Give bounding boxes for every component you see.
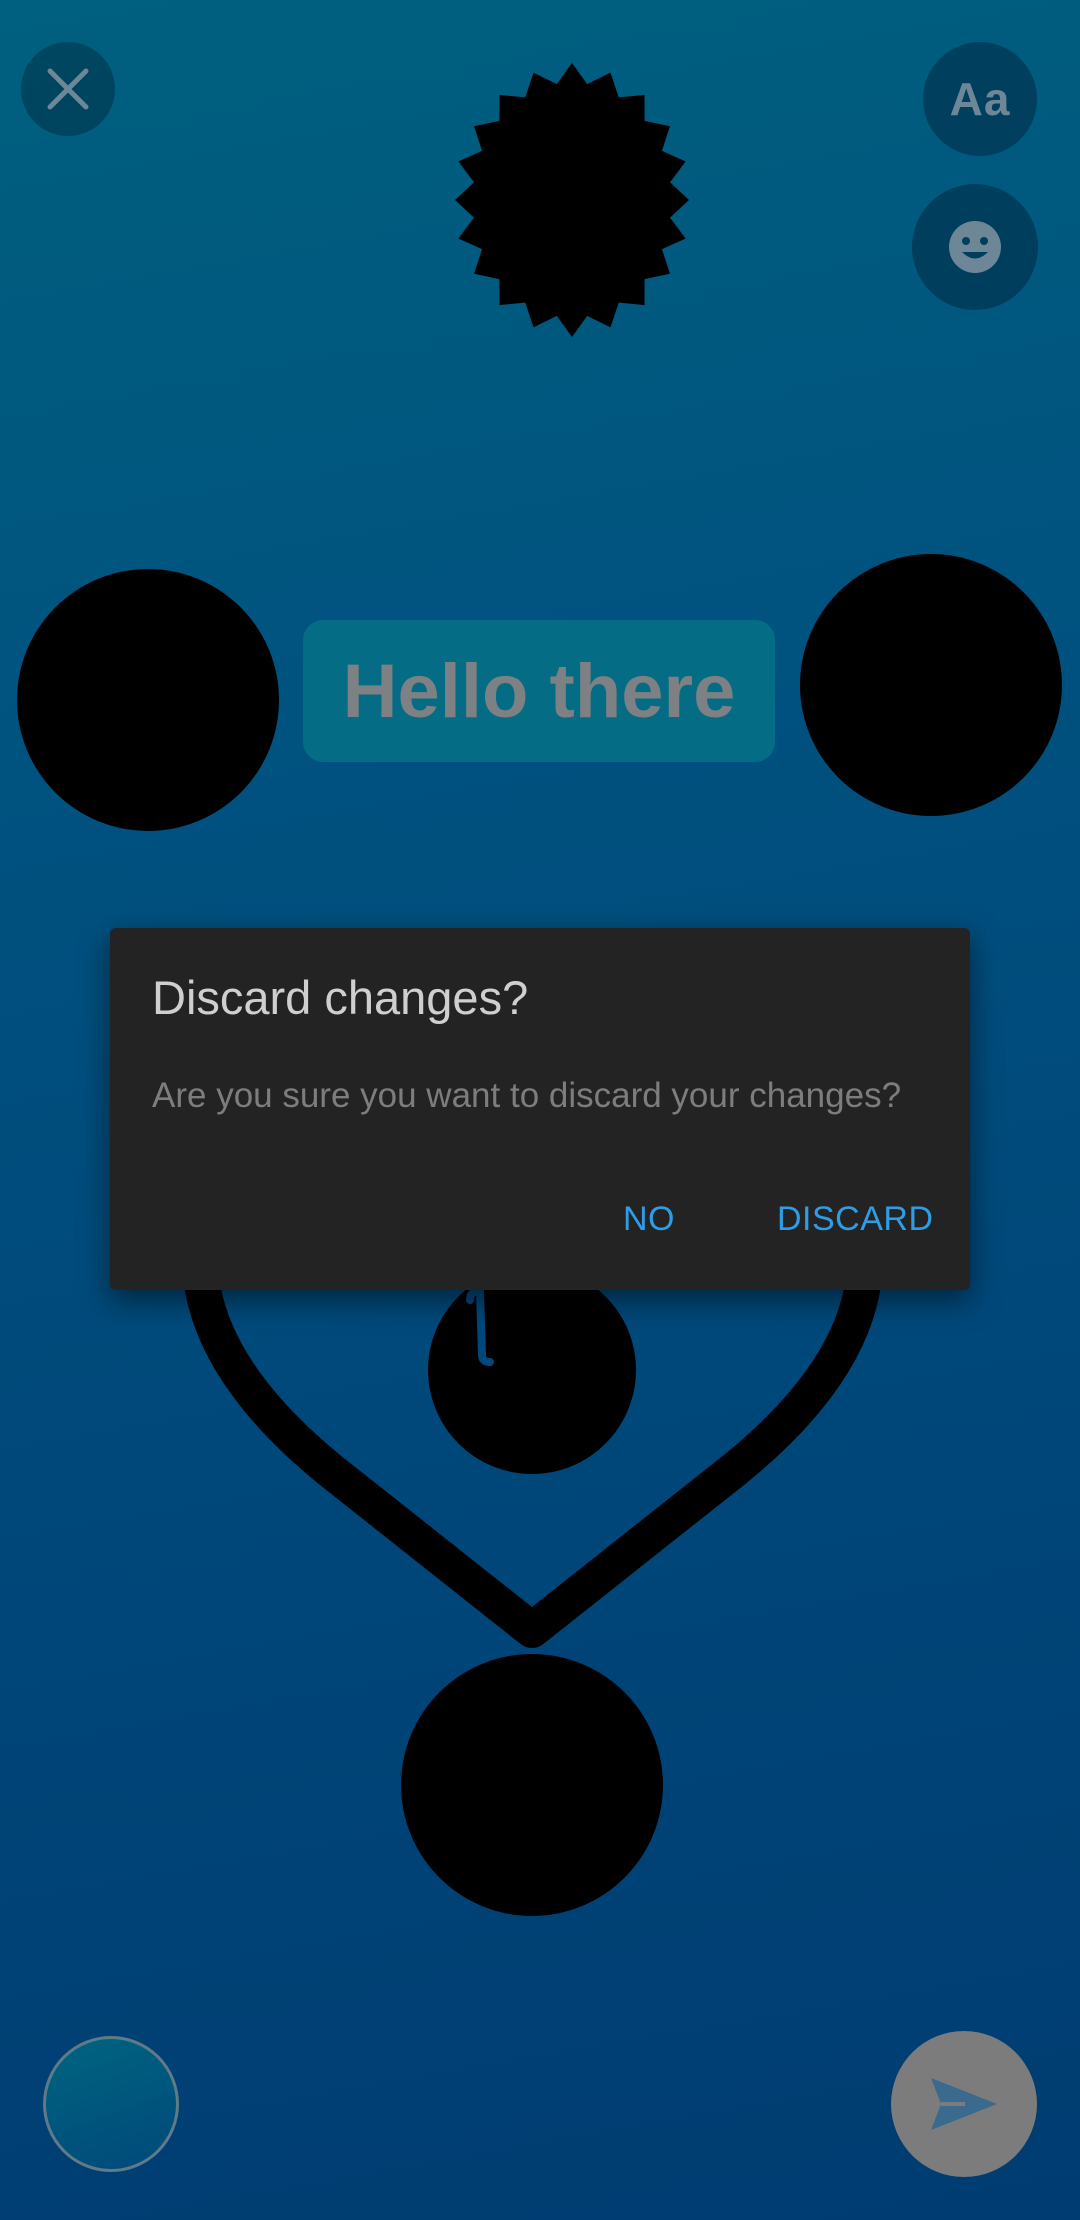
color-picker-button[interactable] (43, 2036, 179, 2172)
dialog-title: Discard changes? (152, 971, 529, 1024)
dialog-message: Are you sure you want to discard your ch… (152, 1076, 902, 1115)
discard-button[interactable]: DISCARD (767, 1186, 944, 1253)
discard-dialog: Discard changes? Are you sure you want t… (110, 928, 970, 1290)
send-button[interactable] (891, 2031, 1037, 2177)
no-button[interactable]: NO (613, 1186, 685, 1253)
story-editor-screen: Hello there Aa Discard changes? Are you … (0, 0, 1080, 2220)
send-icon (931, 2078, 997, 2130)
